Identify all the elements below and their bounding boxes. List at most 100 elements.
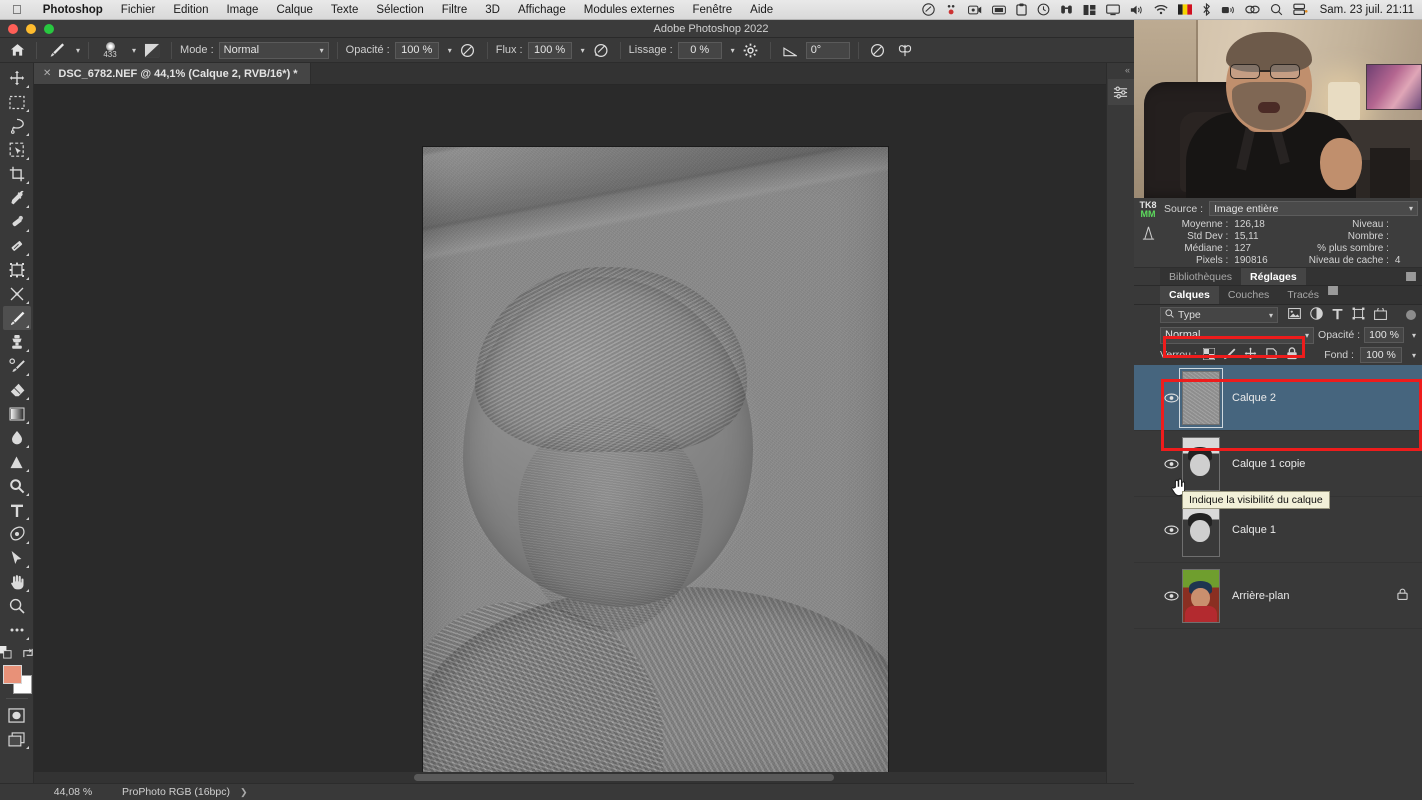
frame-tool[interactable] xyxy=(3,258,31,282)
brush-settings-icon[interactable] xyxy=(141,40,163,61)
screen-record-icon[interactable] xyxy=(967,4,982,16)
layer-name[interactable]: Calque 1 copie xyxy=(1232,458,1305,470)
bluetooth-icon[interactable] xyxy=(1202,3,1211,16)
sliders-icon[interactable] xyxy=(1107,79,1134,105)
airbrush-icon[interactable] xyxy=(590,40,612,61)
layer-name[interactable]: Calque 1 xyxy=(1232,524,1276,536)
layer-fill-chevron-down-icon[interactable]: ▾ xyxy=(1412,351,1416,360)
link-icon[interactable] xyxy=(1244,4,1260,15)
menu-item-photoshop[interactable]: Photoshop xyxy=(34,4,112,16)
wifi-icon[interactable] xyxy=(1154,4,1168,15)
flow-chevron-down-icon[interactable]: ▾ xyxy=(581,46,585,55)
menu-item-edition[interactable]: Edition xyxy=(164,4,217,16)
layer-name[interactable]: Calque 2 xyxy=(1232,392,1276,404)
layer-blend-mode-select[interactable]: Normal ▾ xyxy=(1160,326,1315,344)
clone-stamp-tool[interactable] xyxy=(3,330,31,354)
pressure-size-icon[interactable] xyxy=(867,40,889,61)
menu-item-calque[interactable]: Calque xyxy=(267,4,321,16)
display-mirror-icon[interactable] xyxy=(991,4,1006,16)
input-device-icon[interactable] xyxy=(1221,4,1235,16)
lock-transparent-pixels-icon[interactable] xyxy=(1202,347,1216,363)
filter-adjustment-icon[interactable] xyxy=(1310,307,1323,323)
layer-name[interactable]: Arrière-plan xyxy=(1232,590,1289,602)
document-canvas[interactable] xyxy=(423,147,888,783)
clipboard-icon[interactable] xyxy=(1015,3,1027,16)
brush-size-indicator[interactable]: 433 xyxy=(97,41,123,59)
filter-pixel-icon[interactable] xyxy=(1288,308,1301,322)
brush-size-chevron-down-icon[interactable]: ▾ xyxy=(132,46,136,55)
panel-menu-icon[interactable] xyxy=(1400,268,1422,285)
histogram-source-select[interactable]: Image entière ▾ xyxy=(1209,201,1418,216)
tab-bibliotheques[interactable]: Bibliothèques xyxy=(1160,268,1241,285)
edit-toolbar-button[interactable] xyxy=(3,618,31,642)
layer-visibility-eye-icon[interactable] xyxy=(1160,525,1182,535)
spotlight-search-icon[interactable] xyxy=(1270,3,1283,16)
screen-mode-icon[interactable] xyxy=(3,727,31,751)
menu-item-image[interactable]: Image xyxy=(217,4,267,16)
pen-tool[interactable] xyxy=(3,522,31,546)
symmetry-butterfly-icon[interactable] xyxy=(894,40,916,61)
screen-icon[interactable] xyxy=(1105,3,1120,16)
path-selection-tool[interactable] xyxy=(3,546,31,570)
quick-mask-icon[interactable] xyxy=(3,703,31,727)
angle-input[interactable]: 0° xyxy=(805,41,850,59)
eyedropper-tool[interactable] xyxy=(3,186,31,210)
brush-preset-chevron-down-icon[interactable]: ▾ xyxy=(76,46,80,55)
layer-row-calque-2[interactable]: Calque 2 xyxy=(1134,365,1422,431)
smoothing-chevron-down-icon[interactable]: ▾ xyxy=(731,46,735,55)
layer-thumbnail[interactable] xyxy=(1182,502,1220,557)
dropbox-icon[interactable] xyxy=(921,3,935,16)
tk8-mm-icon[interactable]: TK8 MM xyxy=(1139,201,1156,219)
layer-visibility-eye-icon[interactable] xyxy=(1160,459,1182,469)
close-icon[interactable]: ✕ xyxy=(43,68,51,79)
blur-tool[interactable] xyxy=(3,426,31,450)
apple-icon[interactable]:  xyxy=(0,3,34,16)
gradient-tool[interactable] xyxy=(3,402,31,426)
default-colors-icon[interactable] xyxy=(0,646,12,662)
dodge-burn-tool[interactable] xyxy=(3,474,31,498)
filter-shape-icon[interactable] xyxy=(1352,307,1365,323)
scrollbar-thumb[interactable] xyxy=(414,774,834,781)
menu-item-fichier[interactable]: Fichier xyxy=(112,4,165,16)
menu-item-3d[interactable]: 3D xyxy=(476,4,509,16)
chevron-right-icon[interactable]: ❯ xyxy=(230,787,248,798)
content-aware-move-tool[interactable] xyxy=(3,282,31,306)
home-icon[interactable] xyxy=(6,40,28,61)
type-tool[interactable] xyxy=(3,498,31,522)
move-tool[interactable] xyxy=(3,66,31,90)
brush-tool[interactable] xyxy=(2,306,31,330)
lock-image-pixels-icon[interactable] xyxy=(1223,347,1236,363)
history-brush-tool[interactable] xyxy=(3,354,31,378)
layer-visibility-eye-icon[interactable] xyxy=(1160,393,1182,403)
layer-filter-type-select[interactable]: Type ▾ xyxy=(1160,307,1278,323)
layer-opacity-input[interactable]: 100 % xyxy=(1364,327,1404,343)
menu-item-filtre[interactable]: Filtre xyxy=(433,4,477,16)
menu-item-selection[interactable]: Sélection xyxy=(367,4,432,16)
cleanmymac-icon[interactable] xyxy=(945,3,958,16)
filter-toggle-icon[interactable] xyxy=(1406,310,1416,320)
layer-thumbnail[interactable] xyxy=(1182,436,1220,491)
menu-item-modules-externes[interactable]: Modules externes xyxy=(575,4,684,16)
swap-colors-icon[interactable] xyxy=(22,647,34,662)
menu-clock[interactable]: Sam. 23 juil. 21:11 xyxy=(1318,4,1414,16)
zoom-tool[interactable] xyxy=(3,594,31,618)
filter-type-icon[interactable] xyxy=(1332,308,1343,323)
filter-smart-object-icon[interactable] xyxy=(1374,306,1387,323)
canvas-horizontal-scrollbar[interactable] xyxy=(34,772,1123,783)
eraser-tool[interactable] xyxy=(3,378,31,402)
belgium-flag-icon[interactable] xyxy=(1177,4,1192,15)
lock-position-icon[interactable] xyxy=(1244,347,1257,363)
spot-healing-tool[interactable] xyxy=(3,210,31,234)
tab-reglages[interactable]: Réglages xyxy=(1241,268,1306,285)
tab-calques[interactable]: Calques xyxy=(1160,286,1219,304)
marquee-tool[interactable] xyxy=(3,90,31,114)
window-traffic-lights[interactable] xyxy=(8,24,54,34)
volume-icon[interactable] xyxy=(1130,4,1144,16)
smoothing-input[interactable]: 0 % xyxy=(677,41,722,59)
layer-opacity-chevron-down-icon[interactable]: ▾ xyxy=(1412,331,1416,340)
layer-thumbnail[interactable] xyxy=(1179,367,1223,428)
clock-icon[interactable] xyxy=(1037,3,1050,16)
stats-icon[interactable] xyxy=(1083,4,1096,16)
blend-mode-select[interactable]: Normal ▾ xyxy=(218,41,329,59)
canvas-area[interactable] xyxy=(34,85,1134,783)
